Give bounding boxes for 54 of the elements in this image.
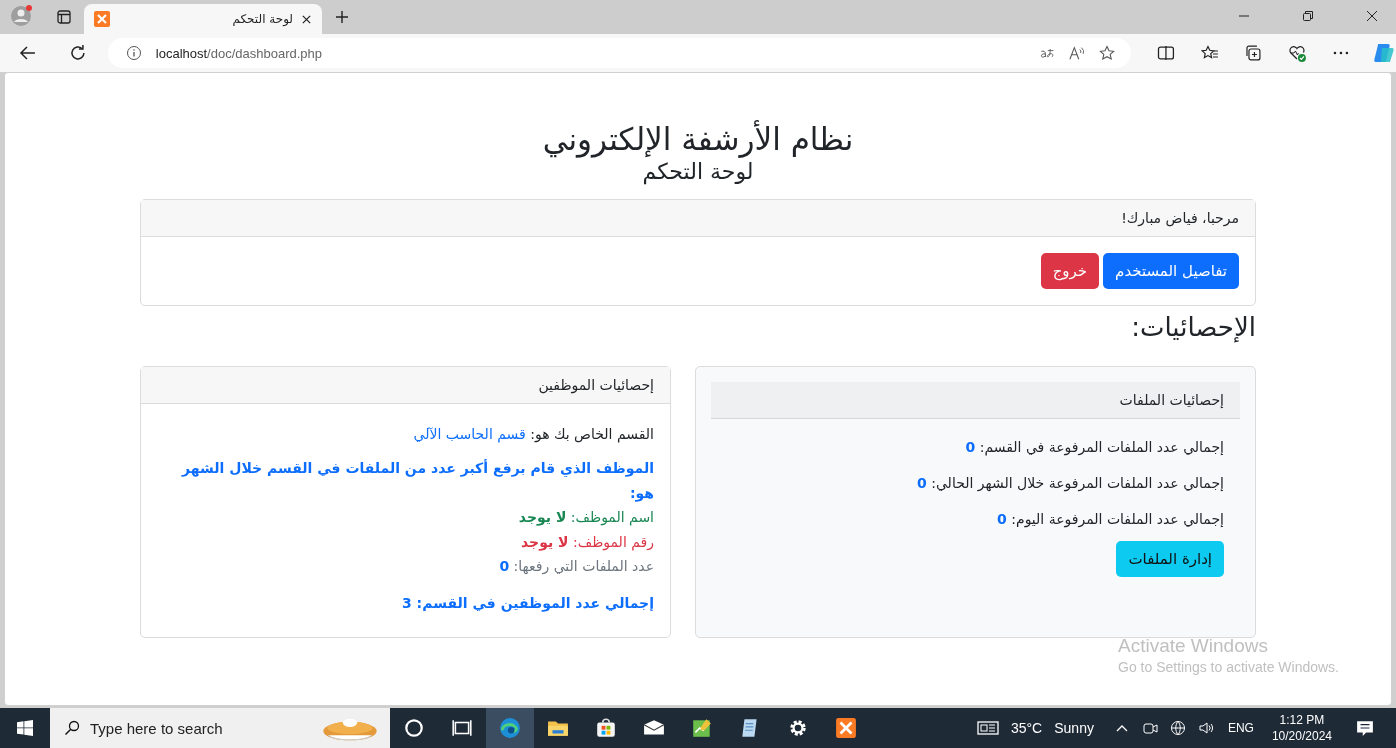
edge-icon [499, 717, 521, 739]
clock-time[interactable]: 1:12 PM [1279, 711, 1325, 728]
circle-icon [403, 717, 425, 739]
tab-actions-icon[interactable] [56, 9, 72, 25]
store-icon [595, 717, 617, 739]
speaker-icon[interactable] [1197, 720, 1214, 736]
network-icon[interactable] [1169, 720, 1186, 736]
top-employee-heading: الموظف الذي قام برفع أكبر عدد من الملفات في القسم خلال الشهر هو: [180, 458, 654, 504]
task-view-icon [451, 717, 473, 739]
employee-total-line: إجمالي عدد الموظفين في القسم: 3 [401, 593, 654, 614]
settings-icon [787, 717, 809, 739]
info-icon[interactable] [125, 45, 142, 61]
restore-icon[interactable] [1302, 10, 1314, 22]
page-subtitle: لوحة التحكم [641, 158, 755, 187]
temperature-text: 35°C [1010, 720, 1043, 736]
address-field[interactable]: localhost/doc/dashboard.php [107, 38, 1131, 68]
star-icon[interactable] [1098, 45, 1115, 61]
camera-icon[interactable] [1141, 720, 1158, 736]
url-text: localhost/doc/dashboard.php [155, 45, 323, 61]
read-aloud-icon[interactable] [1068, 45, 1085, 61]
health-icon[interactable] [1288, 44, 1307, 62]
clock-date[interactable]: 10/20/2024 [1271, 728, 1332, 745]
employee-detail-line: رقم الموظف: لا يوجد [519, 532, 654, 553]
news-icon[interactable] [976, 720, 999, 736]
notifications-icon[interactable] [1356, 719, 1374, 737]
activation-title: Activate Windows [1118, 635, 1269, 657]
employee-detail-line: اسم الموظف: لا يوجد [517, 508, 654, 528]
search-icon [64, 720, 80, 736]
profile-icon[interactable] [10, 4, 34, 28]
split-screen-icon[interactable] [1156, 44, 1175, 62]
welcome-text: مرحبا، فياض مبارك! [1121, 209, 1239, 226]
tab-title: لوحة التحكم [231, 12, 293, 26]
copilot-icon[interactable] [1372, 41, 1396, 65]
department-line: القسم الخاص بك هو: قسم الحاسب الآلي [412, 424, 654, 445]
chart-app-icon [691, 717, 713, 739]
browser-tab[interactable]: لوحة التحكم [84, 4, 322, 34]
weather-text: Sunny [1054, 720, 1094, 736]
action-button[interactable]: تفاصيل المستخدم [1103, 252, 1239, 289]
card-title: إحصائيات الملفات [1119, 391, 1224, 408]
activation-hint: Go to Settings to activate Windows. [1118, 659, 1339, 675]
language-indicator[interactable]: ENG [1227, 721, 1254, 735]
manage-files-button[interactable]: إدارة الملفات [1116, 540, 1224, 577]
section-heading: الإحصائيات: [1130, 311, 1256, 342]
new-tab-icon[interactable] [334, 9, 350, 25]
page-title: نظام الأرشفة الإلكتروني [541, 121, 855, 159]
card-title: إحصائيات الموظفين [538, 376, 654, 393]
action-button[interactable]: خروج [1040, 252, 1100, 289]
taskbar-search-field[interactable]: Type here to search [50, 708, 390, 748]
xampp-icon [94, 11, 110, 27]
xampp-icon [835, 717, 857, 739]
windows-start-icon[interactable] [17, 720, 33, 736]
close-icon[interactable] [301, 13, 312, 25]
collections-icon[interactable] [1244, 44, 1263, 62]
close-window-icon[interactable] [1366, 10, 1378, 22]
